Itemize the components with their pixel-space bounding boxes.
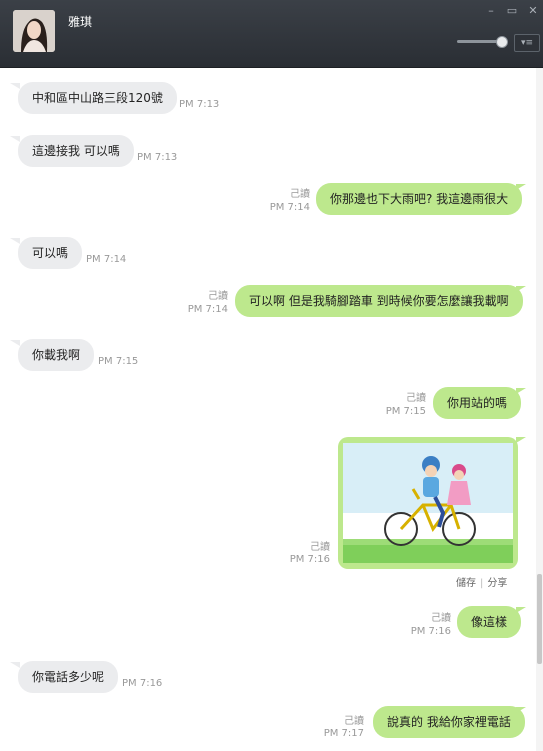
maximize-icon[interactable]: ▭ bbox=[505, 4, 519, 18]
message-time: PM 7:16 bbox=[122, 678, 163, 689]
message-time: PM 7:16 bbox=[410, 626, 451, 637]
message-bubble[interactable]: 你電話多少呢 bbox=[18, 661, 119, 693]
read-status: 己讀 bbox=[290, 189, 310, 200]
message-bubble[interactable]: 中和區中山路三段120號 bbox=[18, 82, 177, 114]
message-bubble[interactable]: 你那邊也下大雨吧? 我這邊雨很大 bbox=[316, 183, 523, 215]
message-bubble[interactable]: 說真的 我給你家裡電話 bbox=[373, 706, 525, 738]
message-bubble[interactable]: 你載我啊 bbox=[18, 339, 95, 371]
minimize-icon[interactable]: – bbox=[484, 4, 498, 18]
close-icon[interactable]: ✕ bbox=[526, 4, 540, 18]
read-status: 己讀 bbox=[344, 716, 364, 727]
bicycle-image bbox=[343, 443, 513, 563]
read-status: 己讀 bbox=[208, 291, 228, 302]
share-button[interactable]: 分享 bbox=[487, 578, 507, 589]
message-time: PM 7:16 bbox=[289, 554, 330, 565]
scrollbar-thumb[interactable] bbox=[537, 574, 542, 664]
read-status: 己讀 bbox=[406, 393, 426, 404]
message-bubble[interactable]: 這邊接我 可以嗎 bbox=[18, 135, 134, 167]
message-time: PM 7:13 bbox=[137, 152, 178, 163]
chat-header: 雅琪 – ▭ ✕ ▾≡ bbox=[0, 0, 543, 68]
message-time: PM 7:17 bbox=[323, 728, 364, 739]
message-time: PM 7:15 bbox=[98, 356, 139, 367]
image-actions: 儲存 | 分享 bbox=[456, 578, 508, 589]
image-message[interactable] bbox=[338, 437, 518, 569]
read-status: 己讀 bbox=[431, 613, 451, 624]
contact-avatar[interactable] bbox=[13, 10, 55, 52]
message-time: PM 7:14 bbox=[86, 254, 127, 265]
read-status: 己讀 bbox=[310, 542, 330, 553]
message-time: PM 7:14 bbox=[187, 304, 228, 315]
menu-icon[interactable]: ▾≡ bbox=[514, 34, 540, 52]
message-bubble[interactable]: 你用站的嗎 bbox=[433, 387, 522, 419]
contact-name: 雅琪 bbox=[68, 15, 93, 29]
message-bubble[interactable]: 可以啊 但是我騎腳踏車 到時候你要怎麼讓我載啊 bbox=[235, 285, 523, 317]
slider-handle[interactable] bbox=[496, 36, 508, 48]
message-bubble[interactable]: 像這樣 bbox=[457, 606, 522, 638]
message-time: PM 7:15 bbox=[385, 406, 426, 417]
message-time: PM 7:13 bbox=[179, 99, 220, 110]
save-button[interactable]: 儲存 bbox=[456, 578, 476, 589]
message-bubble[interactable]: 可以嗎 bbox=[18, 237, 83, 269]
message-time: PM 7:14 bbox=[269, 202, 310, 213]
